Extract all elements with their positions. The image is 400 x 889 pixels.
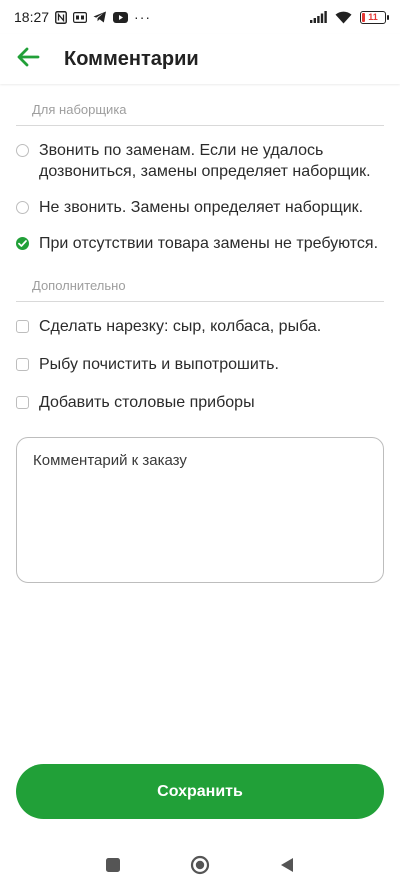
status-time: 18:27 <box>14 9 50 25</box>
checkbox-option-clean-fish[interactable]: Рыбу почистить и выпотрошить. <box>16 354 384 375</box>
checkbox[interactable] <box>16 320 29 333</box>
status-bar: 18:27 ··· 11 <box>0 0 400 34</box>
order-comment-placeholder: Комментарий к заказу <box>33 452 187 469</box>
radio-button[interactable] <box>16 201 29 214</box>
triangle-back-icon <box>280 857 293 872</box>
status-notification-icons: ··· <box>55 9 151 25</box>
radio-option-label: Звонить по заменам. Если не удалось дозв… <box>39 142 371 180</box>
checkbox-option-label: Рыбу почистить и выпотрошить. <box>39 356 279 373</box>
status-system-icons: 11 <box>310 10 389 24</box>
signal-icon <box>310 11 327 23</box>
battery-icon: 11 <box>360 10 389 24</box>
radio-option-label: При отсутствии товара замены не требуютс… <box>39 235 379 252</box>
hd-icon <box>73 11 88 23</box>
battery-level: 11 <box>368 11 378 22</box>
recent-apps-button[interactable] <box>93 845 133 885</box>
home-button[interactable] <box>180 845 220 885</box>
radio-option-no-substitutes[interactable]: При отсутствии товара замены не требуютс… <box>16 233 384 254</box>
telegram-icon <box>93 11 107 23</box>
nfc-icon <box>55 10 67 24</box>
checkbox-option-slicing[interactable]: Сделать нарезку: сыр, колбаса, рыба. <box>16 316 384 337</box>
back-nav-button[interactable] <box>267 845 307 885</box>
youtube-icon <box>113 11 129 23</box>
divider <box>16 301 384 302</box>
section-header-picker: Для наборщика <box>32 102 127 117</box>
radio-option-no-call[interactable]: Не звонить. Замены определяет наборщик. <box>16 197 384 218</box>
app-bar: Комментарии <box>0 34 400 84</box>
back-button[interactable] <box>0 34 56 84</box>
square-icon <box>106 857 121 872</box>
more-dots-icon: ··· <box>134 9 152 25</box>
save-button[interactable]: Сохранить <box>16 764 384 819</box>
radio-option-call-substitutes[interactable]: Звонить по заменам. Если не удалось дозв… <box>16 140 384 182</box>
radio-button-selected[interactable] <box>16 237 29 250</box>
circle-icon <box>190 855 210 874</box>
checkbox-option-label: Сделать нарезку: сыр, колбаса, рыба. <box>39 318 322 335</box>
system-nav-bar <box>0 840 400 889</box>
check-icon <box>18 240 27 247</box>
checkbox-option-label: Добавить столовые приборы <box>39 394 255 411</box>
radio-option-label: Не звонить. Замены определяет наборщик. <box>39 199 364 216</box>
divider <box>16 125 384 126</box>
wifi-icon <box>335 11 352 24</box>
radio-button[interactable] <box>16 144 29 157</box>
arrow-left-icon <box>16 47 40 72</box>
checkbox[interactable] <box>16 396 29 409</box>
section-header-extra: Дополнительно <box>32 278 126 293</box>
checkbox[interactable] <box>16 358 29 371</box>
checkbox-option-cutlery[interactable]: Добавить столовые приборы <box>16 392 384 413</box>
page-title: Комментарии <box>64 47 199 70</box>
order-comment-field[interactable]: Комментарий к заказу <box>16 437 384 583</box>
